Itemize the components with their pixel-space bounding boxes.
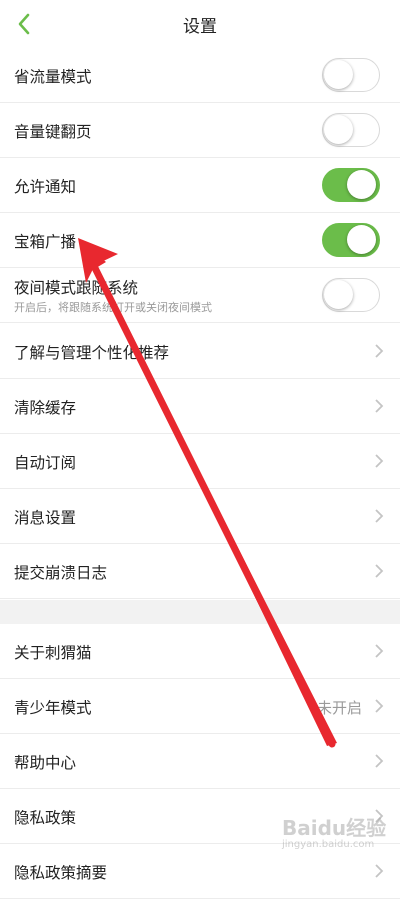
setting-label: 宝箱广播 xyxy=(14,233,77,251)
setting-label: 关于刺猬猫 xyxy=(14,644,92,662)
setting-row-privacy-policy[interactable]: 隐私政策 xyxy=(0,789,400,844)
night-mode-follow-system-toggle[interactable] xyxy=(322,278,380,312)
setting-row-volume-key-paging: 音量键翻页 xyxy=(0,103,400,158)
top-bar: 设置 xyxy=(0,0,400,49)
chevron-right-icon xyxy=(375,454,384,468)
chevron-right-icon xyxy=(375,864,384,878)
setting-label: 省流量模式 xyxy=(14,68,92,86)
data-saver-toggle[interactable] xyxy=(322,58,380,92)
section-gap xyxy=(0,600,400,624)
setting-row-teen-mode[interactable]: 青少年模式 未开启 xyxy=(0,679,400,734)
chevron-right-icon xyxy=(375,754,384,768)
setting-row-data-saver: 省流量模式 xyxy=(0,48,400,103)
treasure-broadcast-toggle[interactable] xyxy=(322,223,380,257)
setting-label: 隐私政策摘要 xyxy=(14,864,108,882)
setting-row-help-center[interactable]: 帮助中心 xyxy=(0,734,400,789)
setting-label: 了解与管理个性化推荐 xyxy=(14,344,170,362)
setting-row-auto-subscribe[interactable]: 自动订阅 xyxy=(0,434,400,489)
setting-label: 音量键翻页 xyxy=(14,123,92,141)
toggle-knob xyxy=(324,60,353,89)
setting-row-night-mode-follow-system: 夜间模式跟随系统 开启后，将跟随系统打开或关闭夜间模式 xyxy=(0,268,400,323)
setting-label: 夜间模式跟随系统 xyxy=(14,279,139,297)
toggle-knob xyxy=(324,115,353,144)
toggle-knob xyxy=(347,225,376,254)
chevron-right-icon xyxy=(375,644,384,658)
setting-label: 隐私政策 xyxy=(14,809,77,827)
setting-row-about[interactable]: 关于刺猬猫 xyxy=(0,624,400,679)
volume-key-paging-toggle[interactable] xyxy=(322,113,380,147)
setting-row-personalized-recommendation[interactable]: 了解与管理个性化推荐 xyxy=(0,324,400,379)
chevron-right-icon xyxy=(375,809,384,823)
setting-label: 提交崩溃日志 xyxy=(14,564,108,582)
toggle-knob xyxy=(347,170,376,199)
teen-mode-status: 未开启 xyxy=(316,699,362,717)
setting-label: 清除缓存 xyxy=(14,399,77,417)
setting-label: 帮助中心 xyxy=(14,754,77,772)
setting-row-submit-crash-log[interactable]: 提交崩溃日志 xyxy=(0,544,400,599)
setting-label: 青少年模式 xyxy=(14,699,92,717)
setting-sublabel: 开启后，将跟随系统打开或关闭夜间模式 xyxy=(14,301,212,314)
chevron-right-icon xyxy=(375,699,384,713)
toggle-knob xyxy=(324,280,353,309)
page-title: 设置 xyxy=(183,17,217,37)
setting-label: 允许通知 xyxy=(14,178,77,196)
setting-label: 自动订阅 xyxy=(14,454,77,472)
chevron-right-icon xyxy=(375,564,384,578)
setting-label: 消息设置 xyxy=(14,509,77,527)
setting-row-treasure-broadcast: 宝箱广播 xyxy=(0,213,400,268)
setting-row-message-settings[interactable]: 消息设置 xyxy=(0,489,400,544)
setting-row-privacy-policy-summary[interactable]: 隐私政策摘要 xyxy=(0,844,400,899)
chevron-right-icon xyxy=(375,509,384,523)
chevron-right-icon xyxy=(375,399,384,413)
chevron-right-icon xyxy=(375,344,384,358)
setting-row-clear-cache[interactable]: 清除缓存 xyxy=(0,379,400,434)
notifications-toggle[interactable] xyxy=(322,168,380,202)
setting-row-notifications: 允许通知 xyxy=(0,158,400,213)
